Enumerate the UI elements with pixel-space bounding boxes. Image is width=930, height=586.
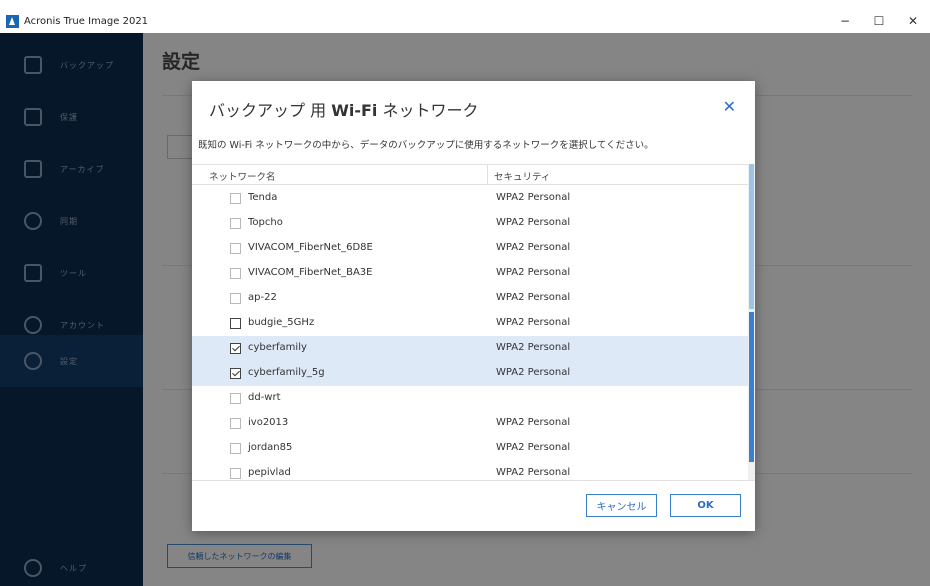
- network-name: pepivlad: [248, 467, 291, 478]
- network-name: cyberfamily_5g: [248, 367, 325, 378]
- network-security: WPA2 Personal: [496, 317, 571, 328]
- network-name: VIVACOM_FiberNet_BA3E: [248, 267, 373, 278]
- column-header-security[interactable]: セキュリティ: [494, 169, 550, 183]
- table-row[interactable]: VIVACOM_FiberNet_6D8E WPA2 Personal: [192, 236, 748, 261]
- network-checkbox[interactable]: [230, 368, 241, 379]
- ok-button[interactable]: OK: [670, 494, 741, 517]
- column-separator[interactable]: [487, 165, 488, 185]
- network-name: VIVACOM_FiberNet_6D8E: [248, 242, 373, 253]
- network-security: WPA2 Personal: [496, 242, 571, 253]
- network-checkbox[interactable]: [230, 443, 241, 454]
- table-row[interactable]: ivo2013 WPA2 Personal: [192, 411, 748, 436]
- network-name: Tenda: [248, 192, 278, 203]
- network-security: WPA2 Personal: [496, 417, 571, 428]
- table-row[interactable]: dd-wrt: [192, 386, 748, 411]
- table-row[interactable]: ap-22 WPA2 Personal: [192, 286, 748, 311]
- window-controls: − ☐ ✕: [828, 9, 930, 33]
- scrollbar-thumb[interactable]: [749, 312, 754, 462]
- minimize-button[interactable]: −: [828, 9, 862, 33]
- network-name: ivo2013: [248, 417, 289, 428]
- cancel-button[interactable]: キャンセル: [586, 494, 657, 517]
- network-name: budgie_5GHz: [248, 317, 315, 328]
- network-checkbox[interactable]: [230, 193, 241, 204]
- network-security: WPA2 Personal: [496, 217, 571, 228]
- network-security: WPA2 Personal: [496, 292, 571, 303]
- network-checkbox[interactable]: [230, 293, 241, 304]
- network-name: Topcho: [248, 217, 283, 228]
- network-checkbox[interactable]: [230, 268, 241, 279]
- network-table: ネットワーク名 セキュリティ Tenda WPA2 Personal Topcho W…: [192, 164, 748, 480]
- network-checkbox[interactable]: [230, 418, 241, 429]
- table-row[interactable]: cyberfamily_5g WPA2 Personal: [192, 361, 748, 386]
- table-scrollbar[interactable]: [748, 164, 755, 480]
- network-checkbox[interactable]: [230, 468, 241, 479]
- acronis-logo-icon: [6, 14, 19, 28]
- network-security: WPA2 Personal: [496, 467, 571, 478]
- dialog-title-wifi: Wi-Fi: [331, 101, 378, 120]
- close-window-button[interactable]: ✕: [896, 9, 930, 33]
- table-row[interactable]: budgie_5GHz WPA2 Personal: [192, 311, 748, 336]
- scrollbar-track-upper[interactable]: [749, 164, 754, 309]
- table-row[interactable]: cyberfamily WPA2 Personal: [192, 336, 748, 361]
- window-title: Acronis True Image 2021: [24, 15, 149, 27]
- table-body: Tenda WPA2 Personal Topcho WPA2 Personal VIV…: [192, 186, 748, 480]
- network-security: WPA2 Personal: [496, 367, 571, 378]
- dialog-title: バックアップ 用 Wi-Fi ネットワーク: [209, 97, 478, 121]
- network-security: WPA2 Personal: [496, 192, 571, 203]
- network-name: ap-22: [248, 292, 277, 303]
- table-row[interactable]: pepivlad WPA2 Personal: [192, 461, 748, 480]
- network-checkbox[interactable]: [230, 243, 241, 254]
- close-icon[interactable]: ✕: [723, 97, 736, 116]
- table-row[interactable]: Tenda WPA2 Personal: [192, 186, 748, 211]
- dialog-title-prefix: バックアップ 用: [209, 101, 332, 120]
- table-row[interactable]: jordan85 WPA2 Personal: [192, 436, 748, 461]
- column-header-name[interactable]: ネットワーク名: [209, 169, 276, 183]
- network-checkbox[interactable]: [230, 318, 241, 329]
- network-security: WPA2 Personal: [496, 267, 571, 278]
- network-checkbox[interactable]: [230, 343, 241, 354]
- network-name: dd-wrt: [248, 392, 281, 403]
- network-checkbox[interactable]: [230, 393, 241, 404]
- network-checkbox[interactable]: [230, 218, 241, 229]
- table-row[interactable]: VIVACOM_FiberNet_BA3E WPA2 Personal: [192, 261, 748, 286]
- dialog-description: 既知の Wi-Fi ネットワークの中から、データのバックアップに使用するネットワ…: [198, 140, 654, 151]
- network-name: jordan85: [248, 442, 293, 453]
- network-security: WPA2 Personal: [496, 342, 571, 353]
- window-titlebar: Acronis True Image 2021 − ☐ ✕: [0, 9, 930, 33]
- network-name: cyberfamily: [248, 342, 307, 353]
- dialog-title-suffix: ネットワーク: [377, 101, 479, 120]
- wifi-network-dialog: バックアップ 用 Wi-Fi ネットワーク ✕ 既知の Wi-Fi ネットワーク…: [192, 81, 755, 531]
- table-row[interactable]: Topcho WPA2 Personal: [192, 211, 748, 236]
- maximize-button[interactable]: ☐: [862, 9, 896, 33]
- table-header: ネットワーク名 セキュリティ: [192, 165, 748, 185]
- network-security: WPA2 Personal: [496, 442, 571, 453]
